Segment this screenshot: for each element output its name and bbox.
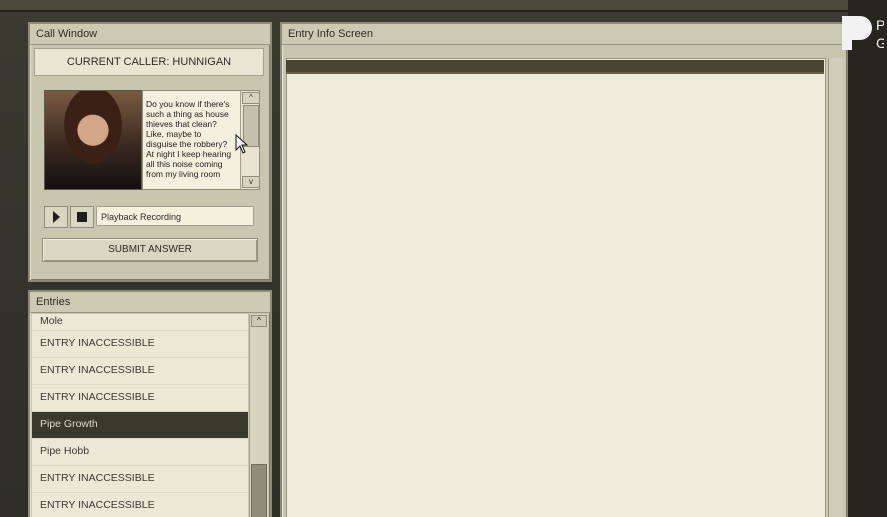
play-button[interactable] — [44, 206, 68, 228]
logo-icon: P G — [842, 16, 884, 51]
mouse-cursor-icon — [235, 134, 249, 154]
call-window-title: Call Window — [30, 24, 270, 45]
list-item[interactable]: Mole — [32, 314, 248, 331]
list-item[interactable]: ENTRY INACCESSIBLE — [32, 466, 248, 493]
svg-text:G: G — [876, 35, 884, 51]
list-item[interactable]: ENTRY INACCESSIBLE — [32, 493, 248, 517]
list-item[interactable]: ENTRY INACCESSIBLE — [32, 358, 248, 385]
stop-icon — [77, 212, 87, 222]
entry-info-content — [286, 58, 826, 517]
entry-info-header-bar — [286, 60, 824, 74]
entries-scrollbar[interactable]: ^ — [249, 314, 268, 517]
list-item[interactable]: ENTRY INACCESSIBLE — [32, 331, 248, 358]
svg-text:P: P — [876, 17, 884, 33]
caller-portrait — [44, 90, 142, 190]
entries-scroll-up-button[interactable]: ^ — [251, 315, 267, 327]
app-screen: Call Window CURRENT CALLER: HUNNIGAN Do … — [0, 0, 887, 517]
entries-list: Mole ENTRY INACCESSIBLE ENTRY INACCESSIB… — [32, 314, 248, 517]
right-frame — [848, 0, 887, 517]
scroll-down-button[interactable]: v — [242, 176, 259, 188]
entry-info-scrollbar[interactable] — [828, 58, 843, 517]
entries-title: Entries — [30, 292, 270, 313]
call-window-panel: Call Window CURRENT CALLER: HUNNIGAN Do … — [28, 22, 272, 282]
current-caller-label: CURRENT CALLER: HUNNIGAN — [34, 48, 264, 76]
list-item[interactable]: Pipe Hobb — [32, 439, 248, 466]
stop-button[interactable] — [70, 206, 94, 228]
entries-panel: Entries Mole ENTRY INACCESSIBLE ENTRY IN… — [28, 290, 272, 517]
list-item-selected[interactable]: Pipe Growth — [32, 412, 248, 439]
submit-answer-button[interactable]: SUBMIT ANSWER — [42, 238, 258, 262]
entry-info-title: Entry Info Screen — [282, 24, 847, 45]
transcript-text: Do you know if there's such a thing as h… — [146, 99, 232, 179]
entry-info-panel: Entry Info Screen — [280, 22, 849, 517]
list-item[interactable]: ENTRY INACCESSIBLE — [32, 385, 248, 412]
playback-recording-field: Playback Recording — [96, 206, 254, 226]
play-icon — [53, 211, 60, 223]
scroll-up-button[interactable]: ^ — [242, 92, 259, 104]
entries-scroll-thumb[interactable] — [251, 464, 267, 517]
top-bar — [0, 0, 887, 12]
